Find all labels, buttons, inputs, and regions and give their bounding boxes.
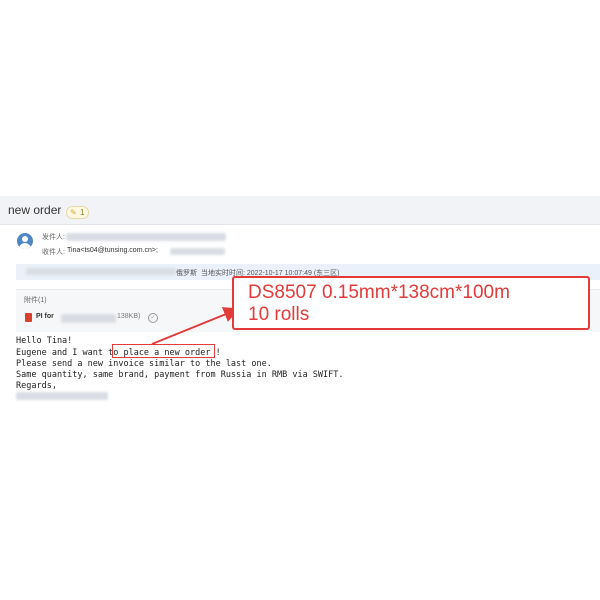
annotation-box: DS8507 0.15mm*138cm*100m 10 rolls [232,276,590,330]
email-screenshot: new order ✎ 1 发件人: 收件人: Tina<ts04@tunsin… [0,196,600,402]
annotation-quantity: 10 rolls [248,304,310,325]
annotation-product: DS8507 0.15mm*138cm*100m [248,282,510,303]
